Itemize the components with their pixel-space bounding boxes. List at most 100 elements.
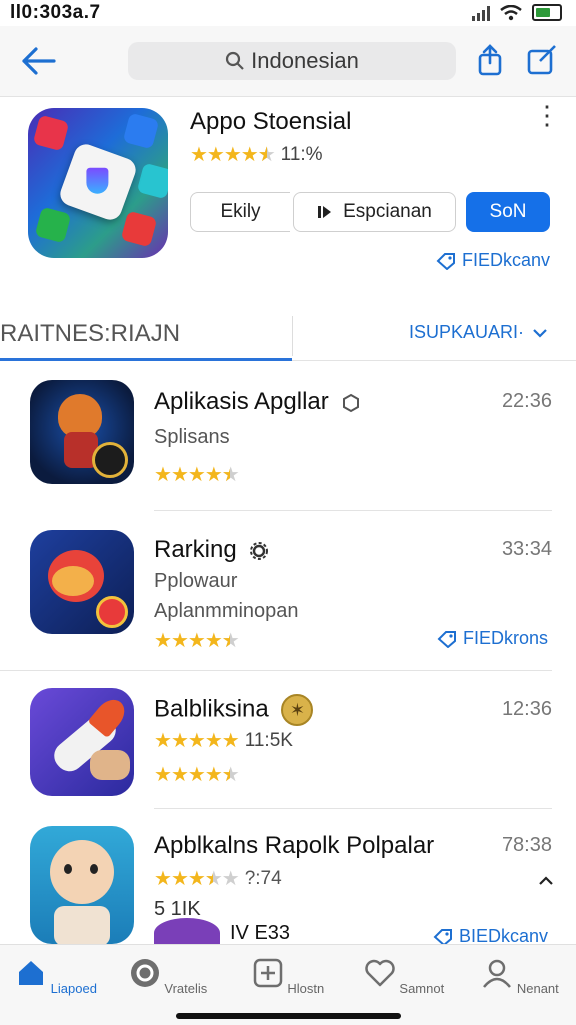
star-icon: ★ [187,764,206,786]
tab-saved-label: Samnot [399,981,445,996]
app-link[interactable]: FIEDkrons [437,628,548,649]
app-subtitle-secondary: Aplanmminopan [154,600,299,622]
star-icon: ★ [204,464,223,486]
row-divider [154,510,552,511]
star-icon: ★ [170,868,189,890]
tab-divider [292,316,293,356]
row-divider [0,670,552,671]
star-icon: ★ [204,764,223,786]
verified-badge-icon [343,393,360,412]
home-icon [19,961,44,985]
star-icon: ★ [187,730,206,752]
tab-home-label: Liapoed [50,981,97,996]
star-icon: ★ [187,868,206,890]
star-icon: ★ [204,630,223,652]
tab-add-label: Hlostn [287,981,325,996]
hero-button-left-label: Ekily [220,201,261,222]
app-icon-mascot [30,530,134,634]
tab-home[interactable]: Liapoed [6,953,106,996]
person-icon [483,959,512,988]
tab-add[interactable]: Hlostn [238,953,338,996]
tag-icon [433,928,452,946]
hero-app-glyph [56,140,140,224]
hero-button-middle[interactable]: Espcianan [293,192,456,232]
app-time: 12:36 [501,698,552,720]
hero-app-title: Appo Stoensial [190,108,352,135]
compose-icon[interactable] [524,42,560,78]
app-icon-fox [30,380,134,484]
star-icon: ★★ [221,464,240,486]
hero-rating: ★★★★ ★ ★ 11:% [190,142,323,167]
list-item[interactable]: Rarking Pplowaur Aplanmminopan 33:34 ★ ★ ★… [0,530,576,671]
sort-dropdown-label: ISUPKAUARI· [408,322,524,342]
coin-badge-icon: ✶ [281,694,314,726]
star-icon: ★ [221,868,240,890]
heart-icon [365,959,395,987]
star-icon: ★ [170,764,189,786]
chevron-down-icon [533,328,547,338]
star-icon: ★ [154,464,172,486]
tab-record-label: Vratelis [164,981,208,996]
status-icons [472,4,562,21]
app-star-rating: ★★★★★★?:74 [154,866,282,891]
app-time: 33:34 [501,538,552,560]
list-item[interactable]: Aplikasis Apgllar Splisans 22:36 ★★★★★★ [0,380,576,511]
tab-saved[interactable]: Samnot [354,953,454,996]
hero-app-icon[interactable] [28,108,168,258]
star-icon: ★ [170,730,189,752]
tab-record[interactable]: Vratelis [118,953,218,996]
app-link-label: FIEDkrons [462,628,548,648]
record-icon [130,959,159,987]
star-icon: ★★ [221,630,240,652]
add-box-icon [253,958,282,988]
hero-star-rating: ★★★★ ★ ★ [190,144,276,166]
tab-account[interactable]: Nenant [470,953,570,996]
app-title: Apblkalns Rapolk Polpalar [154,832,435,859]
hero-primary-button[interactable]: SoN [466,192,550,232]
home-indicator [176,1013,401,1019]
star-icon: ★ [154,868,172,890]
app-footer-text: IV E33 [230,922,291,944]
star-icon: ★★ [221,764,240,786]
list-item[interactable]: Balbliksina ✶ ★★★★★11:5K ★★★★★★ 12:36 [0,688,576,809]
play-forward-icon [318,206,332,218]
tab-ratings[interactable]: RAITNES:RIAJN [0,314,292,361]
star-icon: ★ [154,630,172,652]
tab-account-label: Nenant [516,981,559,996]
share-icon[interactable] [472,42,508,78]
tab-active-indicator [0,358,292,361]
status-bar: ll0:303a.7 [0,0,576,26]
app-rating-text: 11:5K [244,729,293,751]
hero-button-left[interactable]: Ekily [190,192,290,232]
hero-button-middle-label: Espcianan [343,201,432,222]
star-icon: ★ [154,730,172,752]
app-icon-character [30,826,134,944]
row-divider [154,808,552,809]
more-options-icon[interactable]: ⋮ [534,102,560,138]
chevron-up-icon[interactable] [538,876,554,886]
app-rating-text: ?:74 [244,867,282,889]
app-title: Aplikasis Apgllar [154,388,361,416]
hero-rating-text: 11:% [280,143,323,165]
top-nav-bar: Indonesian [0,26,576,97]
tag-icon [436,252,455,270]
app-star-rating: ★★★★★★ [154,628,240,653]
app-subtitle: Splisans [154,426,230,448]
hero-link-label: FIEDkcanv [462,250,551,270]
search-icon [226,51,244,70]
sort-dropdown[interactable]: ISUPKAUARI· [409,322,548,343]
list-item[interactable]: Apblkalns Rapolk Polpalar ★★★★★★?:74 5 1… [0,826,576,948]
tab-ratings-label: RAITNES:RIAJN [0,320,181,347]
star-icon: ★ [187,464,206,486]
app-time: 78:38 [501,834,552,856]
star-icon: ★ [221,730,240,752]
app-star-rating: ★★★★★★ [154,462,240,487]
search-field[interactable]: Indonesian [128,42,456,80]
app-subtitle: Pplowaur [154,570,238,592]
hero-link[interactable]: FIEDkcanv [436,250,550,271]
hero-primary-label: SoN [489,201,527,222]
app-title: Rarking [154,536,269,564]
app-star-rating: ★ ★ ★ ★ ★ 11:5K [154,728,293,753]
app-star-rating-secondary: ★★★★★★ [154,762,240,787]
back-arrow-icon[interactable] [18,44,58,78]
